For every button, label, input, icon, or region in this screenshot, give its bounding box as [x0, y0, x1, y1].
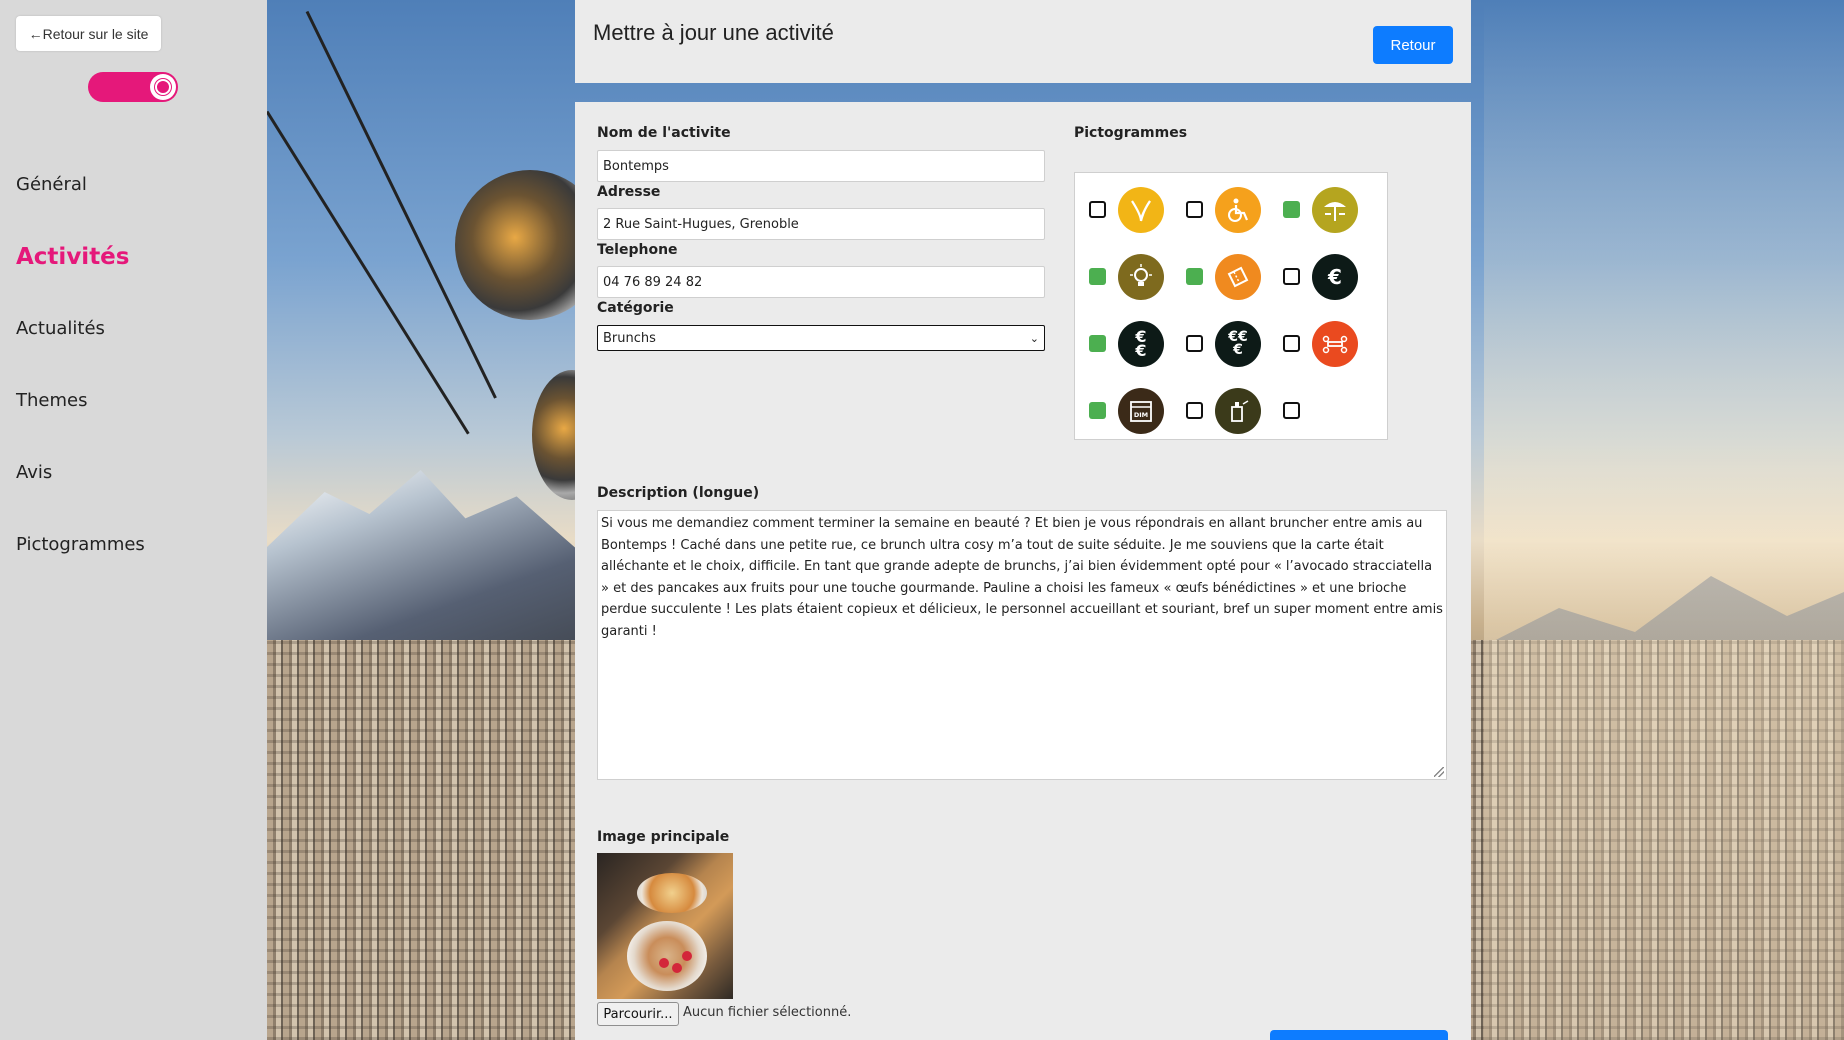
euro-icon: € [1312, 254, 1358, 300]
back-to-site-button[interactable]: ←Retour sur le site [16, 16, 161, 51]
lightbulb-icon [1118, 254, 1164, 300]
group-table-icon [1312, 321, 1358, 367]
picto-checkbox-ticket[interactable] [1186, 268, 1203, 285]
picto-checkbox-sunday[interactable] [1089, 402, 1106, 419]
main-image-thumbnail [597, 853, 733, 999]
page-header: Mettre à jour une activité Retour [575, 0, 1471, 83]
sidebar: ←Retour sur le site Général Activités Ac… [0, 0, 267, 1040]
vegan-leaf-icon [1118, 187, 1164, 233]
name-input[interactable]: Bontemps [597, 150, 1045, 182]
category-label: Catégorie [597, 300, 674, 316]
sidebar-nav: Général Activités Actualités Themes Avis… [16, 170, 145, 602]
svg-text:DIM: DIM [1134, 411, 1148, 419]
picto-checkbox-terrace[interactable] [1283, 201, 1300, 218]
sidebar-item-pictogrammes[interactable]: Pictogrammes [16, 530, 145, 602]
sidebar-item-actualites[interactable]: Actualités [16, 314, 145, 386]
pictograms-label: Pictogrammes [1074, 125, 1188, 141]
drink-bottle-icon [1215, 388, 1261, 434]
picto-checkbox-wheelchair[interactable] [1186, 201, 1203, 218]
sidebar-item-general[interactable]: Général [16, 170, 145, 242]
picto-checkbox-group[interactable] [1283, 335, 1300, 352]
three-euro-icon: €€ € [1215, 321, 1261, 367]
haze-overlay [1484, 0, 1844, 1040]
thumbnail-plate-shape [637, 873, 707, 913]
description-text: Si vous me demandiez comment terminer la… [601, 516, 1443, 639]
picto-checkbox-three-euro[interactable] [1186, 335, 1203, 352]
picto-checkbox-drink[interactable] [1186, 402, 1203, 419]
sunday-calendar-icon: DIM [1118, 388, 1164, 434]
activity-form: Nom de l'activite Bontemps Adresse 2 Rue… [575, 102, 1471, 1040]
image-label: Image principale [597, 829, 730, 845]
category-select[interactable]: Brunchs ⌄ [597, 325, 1045, 351]
sidebar-item-avis[interactable]: Avis [16, 458, 145, 530]
name-label: Nom de l'activite [597, 125, 731, 141]
page-title: Mettre à jour une activité [593, 20, 834, 45]
category-selected-value: Brunchs [603, 330, 656, 346]
picto-checkbox-vegan[interactable] [1089, 201, 1106, 218]
thumbnail-berry-shape [659, 958, 669, 968]
picto-checkbox-extra[interactable] [1283, 402, 1300, 419]
description-textarea[interactable]: Si vous me demandiez comment terminer la… [597, 510, 1447, 780]
thumbnail-berry-shape [682, 951, 692, 961]
phone-input[interactable]: 04 76 89 24 82 [597, 266, 1045, 298]
picto-checkbox-idea[interactable] [1089, 268, 1106, 285]
phone-label: Telephone [597, 242, 678, 258]
wheelchair-icon [1215, 187, 1261, 233]
ticket-icon [1215, 254, 1261, 300]
two-euro-icon: € € [1118, 321, 1164, 367]
toggle-knob-logo-icon [150, 74, 176, 100]
back-button[interactable]: Retour [1373, 26, 1453, 64]
browse-file-button[interactable]: Parcourir... [597, 1002, 679, 1026]
terrace-umbrella-icon [1312, 187, 1358, 233]
chevron-down-icon: ⌄ [1029, 331, 1039, 345]
pictograms-box: € € € €€ € DIM [1074, 172, 1388, 440]
thumbnail-bowl-shape [627, 921, 707, 991]
picto-checkbox-euro[interactable] [1283, 268, 1300, 285]
sidebar-item-themes[interactable]: Themes [16, 386, 145, 458]
resize-handle-icon[interactable] [1434, 767, 1444, 777]
address-input[interactable]: 2 Rue Saint-Hugues, Grenoble [597, 208, 1045, 240]
description-label: Description (longue) [597, 485, 760, 501]
file-status-text: Aucun fichier sélectionné. [683, 1005, 852, 1020]
address-label: Adresse [597, 184, 661, 200]
theme-toggle[interactable] [88, 72, 178, 102]
cable-line [267, 110, 470, 435]
picto-checkbox-two-euro[interactable] [1089, 335, 1106, 352]
submit-button[interactable] [1270, 1030, 1448, 1040]
thumbnail-berry-shape [672, 963, 682, 973]
sidebar-item-activites[interactable]: Activités [16, 242, 145, 314]
